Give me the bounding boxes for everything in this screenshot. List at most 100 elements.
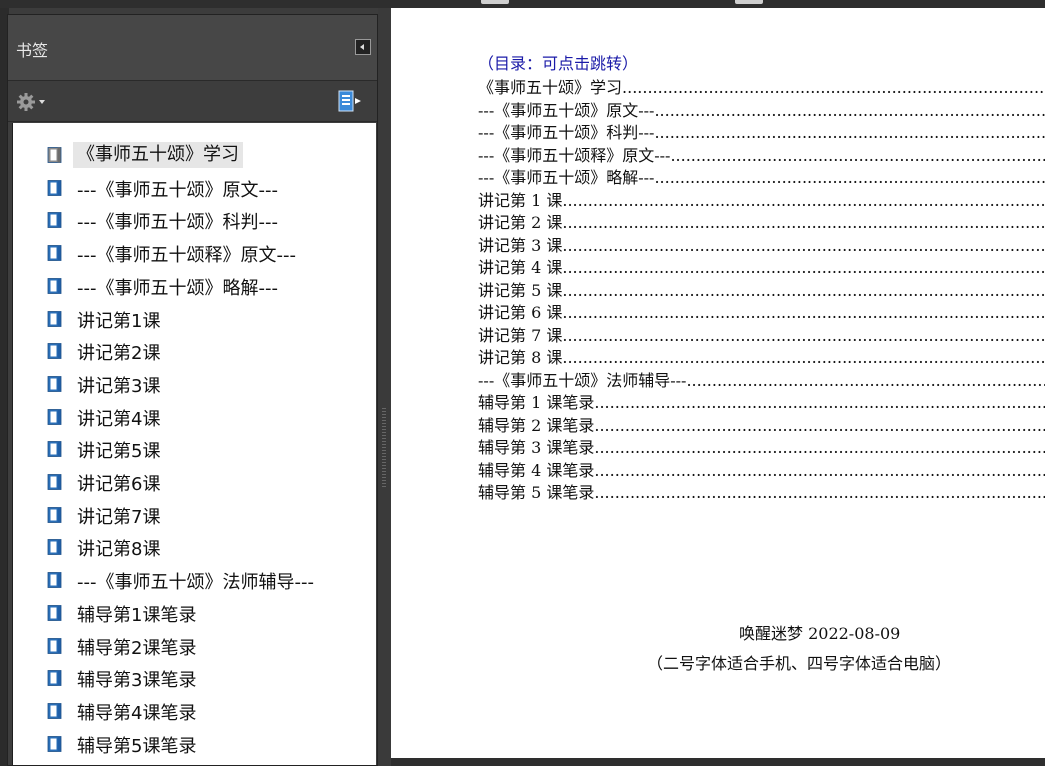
bookmark-label: ---《事师五十颂》科判---: [77, 212, 278, 234]
toc-entry-text: 讲记第 6 课: [478, 303, 563, 322]
toc-entry[interactable]: 辅导第 2 课笔录...............................…: [478, 412, 1045, 436]
bookmark-icon: [47, 670, 62, 687]
toc-dot-leader: ........................................…: [562, 303, 1045, 322]
toc-entry[interactable]: 辅导第 1 课笔录...............................…: [478, 389, 1045, 413]
toc-dot-leader: ........................................…: [686, 370, 1045, 390]
toc-dot-leader: ........................................…: [562, 190, 1045, 210]
toc-entry-text: 讲记第 5 课: [478, 280, 563, 300]
bookmarks-panel: 书签 《事师五十颂》学习 ---《事师五十颂》原文--- ---《事师五十颂》科…: [7, 14, 378, 766]
bookmark-item[interactable]: 《事师五十颂》学习: [13, 139, 377, 171]
toc-dot-leader: ........................................…: [562, 325, 1045, 345]
bookmark-item[interactable]: 讲记第8课: [13, 531, 377, 563]
bookmark-label: 辅导第1课笔录: [77, 604, 197, 626]
toc-entry[interactable]: 辅导第 3 课笔录...............................…: [478, 434, 1045, 458]
toc-entry-text: 辅导第 4 课笔录: [478, 460, 595, 480]
bookmark-label: 辅导第5课笔录: [77, 735, 197, 757]
bookmarks-tree: 《事师五十颂》学习 ---《事师五十颂》原文--- ---《事师五十颂》科判--- -…: [12, 123, 376, 765]
toolbar-button-stub[interactable]: [481, 0, 509, 4]
toc-entry[interactable]: ---《事师五十颂》略解---.........................…: [478, 164, 1045, 188]
bookmark-icon: [47, 735, 62, 752]
bookmark-label: ---《事师五十颂》原文---: [77, 179, 278, 201]
toc-dot-leader: ........................................…: [622, 78, 1045, 97]
bookmark-item[interactable]: 讲记第4课: [13, 401, 377, 433]
bookmark-label: 讲记第3课: [77, 375, 161, 397]
new-bookmark-icon[interactable]: [335, 89, 365, 113]
bookmark-icon: [47, 539, 62, 556]
toc-entry-text: 讲记第 3 课: [478, 235, 563, 255]
toc-dot-leader: ........................................…: [670, 145, 1045, 165]
panel-splitter[interactable]: [378, 8, 391, 766]
splitter-grip[interactable]: [382, 408, 386, 488]
collapse-panel-icon[interactable]: [355, 39, 371, 55]
toc-entry[interactable]: ---《事师五十颂》法师辅导---.......................…: [478, 367, 1045, 391]
bookmark-label: 讲记第2课: [77, 343, 161, 365]
toc-entry[interactable]: 讲记第 1 课.................................…: [478, 187, 1045, 211]
bookmark-item[interactable]: 辅导第2课笔录: [13, 630, 377, 662]
toc-dot-leader: ........................................…: [594, 483, 1045, 502]
toolbar-button-stub[interactable]: [735, 0, 763, 4]
toc-dot-leader: ........................................…: [594, 393, 1045, 412]
toc-entry[interactable]: 讲记第 2 课.................................…: [478, 209, 1045, 233]
toc-dot-leader: ........................................…: [594, 415, 1045, 435]
bookmarks-panel-title: 书签: [16, 41, 49, 60]
toc-entry[interactable]: 讲记第 7 课.................................…: [478, 322, 1045, 346]
bookmark-icon: [47, 343, 62, 360]
bookmark-icon: [47, 277, 62, 294]
toc-entry-text: ---《事师五十颂》科判---: [478, 123, 655, 142]
bookmark-item[interactable]: ---《事师五十颂》原文---: [13, 172, 377, 204]
toc-entry[interactable]: 讲记第 3 课.................................…: [478, 232, 1045, 256]
options-menu-button[interactable]: [16, 91, 52, 113]
toc-dot-leader: ........................................…: [594, 438, 1045, 457]
toc-entry-text: ---《事师五十颂释》原文---: [478, 145, 671, 165]
toc-entry[interactable]: 《事师五十颂》学习...............................…: [478, 74, 1045, 98]
bookmark-label: 讲记第1课: [77, 310, 161, 332]
bookmark-icon: [47, 408, 62, 425]
bookmark-item[interactable]: 辅导第5课笔录: [13, 728, 377, 760]
bookmark-label: 讲记第6课: [77, 474, 161, 495]
toc-entry-text: 辅导第 1 课笔录: [478, 393, 595, 412]
bookmark-label: 《事师五十颂》学习: [73, 142, 243, 168]
bookmark-icon: [47, 212, 62, 229]
bookmark-item[interactable]: 辅导第3课笔录: [13, 662, 377, 694]
toc-entry[interactable]: 辅导第 5 课笔录...............................…: [478, 479, 1045, 503]
bookmarks-toolbar: [8, 81, 377, 122]
bookmark-item[interactable]: 讲记第3课: [13, 368, 377, 400]
toc-dot-leader: ........................................…: [562, 235, 1045, 255]
bookmarks-panel-header: 书签: [8, 15, 377, 81]
toc-entry[interactable]: ---《事师五十颂》科判---.........................…: [478, 119, 1045, 143]
bookmark-icon: [47, 375, 62, 392]
toc-entry-text: 《事师五十颂》学习: [478, 78, 623, 97]
toc-dot-leader: ........................................…: [562, 213, 1045, 232]
document-page: （目录：可点击跳转） 《事师五十颂》学习....................…: [391, 8, 1045, 758]
toc-dot-leader: ........................................…: [562, 280, 1045, 300]
bookmark-icon: [47, 441, 62, 458]
toc-entry[interactable]: 讲记第 4 课.................................…: [478, 254, 1045, 278]
bookmark-item[interactable]: ---《事师五十颂》略解---: [13, 270, 377, 302]
toc-entry[interactable]: 辅导第 4 课笔录...............................…: [478, 457, 1045, 481]
toc-entry[interactable]: 讲记第 5 课.................................…: [478, 277, 1045, 301]
bookmark-item[interactable]: ---《事师五十颂》法师辅导---: [13, 564, 377, 596]
bookmark-item[interactable]: 辅导第1课笔录: [13, 597, 377, 629]
toc-entry-text: ---《事师五十颂》原文---: [478, 100, 655, 120]
toc-dot-leader: ........................................…: [594, 460, 1045, 480]
toc-entry[interactable]: ---《事师五十颂》原文---.........................…: [478, 97, 1045, 121]
toc-entry-text: ---《事师五十颂》略解---: [478, 168, 655, 187]
bookmark-item[interactable]: ---《事师五十颂》科判---: [13, 204, 377, 236]
toc-entry[interactable]: 讲记第 8 课.................................…: [478, 344, 1045, 368]
top-toolbar-strip: [0, 0, 1045, 8]
toc-dot-leader: ........................................…: [562, 258, 1045, 277]
bookmark-icon: [47, 147, 62, 163]
bookmark-item[interactable]: ---《事师五十颂释》原文---: [13, 237, 377, 269]
toc-entry[interactable]: 讲记第 6 课.................................…: [478, 299, 1045, 323]
bookmark-item[interactable]: 讲记第2课: [13, 335, 377, 367]
toc-entry[interactable]: ---《事师五十颂释》原文---........................…: [478, 142, 1045, 166]
toc-heading: （目录：可点击跳转）: [478, 54, 639, 73]
bookmark-item[interactable]: 讲记第5课: [13, 433, 377, 465]
toc-dot-leader: ........................................…: [562, 348, 1045, 367]
bookmark-item[interactable]: 讲记第6课: [13, 466, 377, 498]
bookmark-item[interactable]: 辅导第4课笔录: [13, 695, 377, 727]
bookmark-label: 讲记第8课: [77, 539, 161, 561]
bookmark-item[interactable]: 讲记第7课: [13, 499, 377, 531]
gear-icon: [17, 93, 35, 111]
bookmark-item[interactable]: 讲记第1课: [13, 303, 377, 335]
